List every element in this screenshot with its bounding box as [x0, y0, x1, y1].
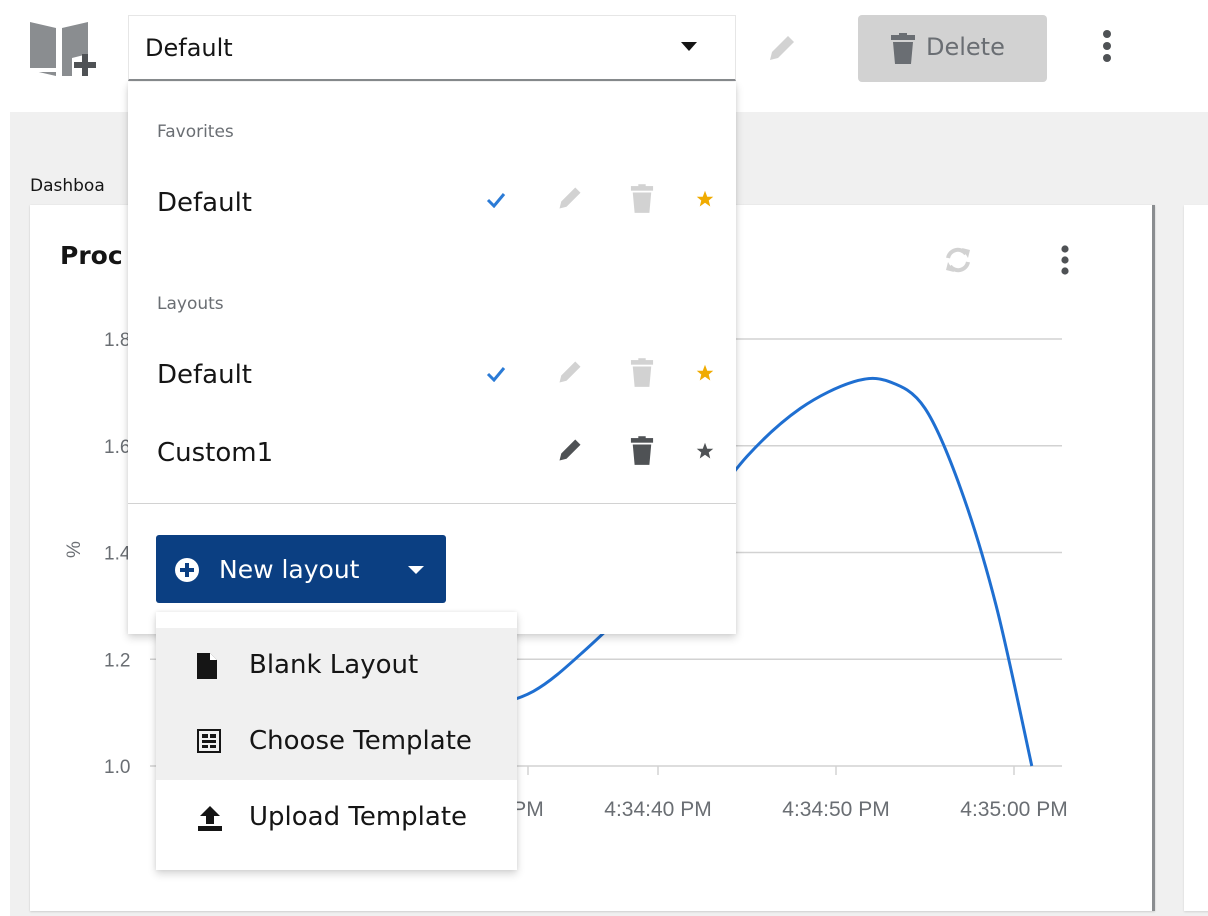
- blank-layout-option[interactable]: Blank Layout: [156, 628, 517, 704]
- trash-icon[interactable]: [630, 436, 654, 470]
- layout-item-label: Custom1: [157, 438, 274, 468]
- layout-item-default[interactable]: Default: [128, 342, 736, 406]
- edit-pencil-icon[interactable]: [556, 436, 584, 468]
- x-tick-label: 4:35:00 PM: [960, 798, 1067, 821]
- check-icon: [486, 192, 506, 212]
- y-tick-label: 1.8: [104, 330, 130, 351]
- upload-template-option[interactable]: Upload Template: [156, 780, 517, 856]
- check-icon: [486, 366, 506, 386]
- menu-divider: [128, 503, 736, 504]
- y-tick-label: 1.2: [104, 650, 130, 671]
- favorite-item-default[interactable]: Default: [128, 170, 736, 234]
- favorite-item-label: Default: [157, 188, 252, 218]
- trash-icon[interactable]: [630, 358, 654, 392]
- layout-item-label: Default: [157, 360, 252, 390]
- choose-template-label: Choose Template: [249, 726, 472, 756]
- star-icon[interactable]: [696, 442, 714, 464]
- y-tick-label: 1.4: [104, 544, 131, 565]
- blank-layout-label: Blank Layout: [249, 650, 419, 680]
- plus-circle-icon: [174, 557, 200, 587]
- choose-template-option[interactable]: Choose Template: [156, 704, 517, 780]
- template-icon: [196, 728, 222, 758]
- new-layout-button-label: New layout: [219, 555, 360, 584]
- star-icon[interactable]: [696, 190, 714, 212]
- layout-item-custom1[interactable]: Custom1: [128, 420, 736, 484]
- x-tick-label: 4:34:50 PM: [782, 798, 889, 821]
- chevron-down-icon: [408, 566, 424, 574]
- favorites-group-title: Favorites: [157, 122, 234, 142]
- new-layout-submenu: Blank Layout Choose Template Upload Temp…: [156, 612, 517, 870]
- layout-dropdown-menu: Favorites Default Layouts Default Custom…: [128, 82, 736, 634]
- x-tick-label: 4:34:40 PM: [604, 798, 711, 821]
- star-icon[interactable]: [696, 364, 714, 386]
- layouts-group-title: Layouts: [157, 294, 224, 314]
- upload-icon: [196, 804, 224, 836]
- file-icon: [196, 652, 218, 684]
- y-axis-label: %: [64, 541, 85, 558]
- y-tick-label: 1.6: [104, 437, 130, 458]
- edit-pencil-icon[interactable]: [556, 358, 584, 390]
- new-layout-button[interactable]: New layout: [156, 535, 446, 603]
- upload-template-label: Upload Template: [249, 802, 468, 832]
- y-tick-label: 1.0: [104, 757, 130, 778]
- edit-pencil-icon[interactable]: [556, 184, 584, 216]
- trash-icon[interactable]: [630, 184, 654, 218]
